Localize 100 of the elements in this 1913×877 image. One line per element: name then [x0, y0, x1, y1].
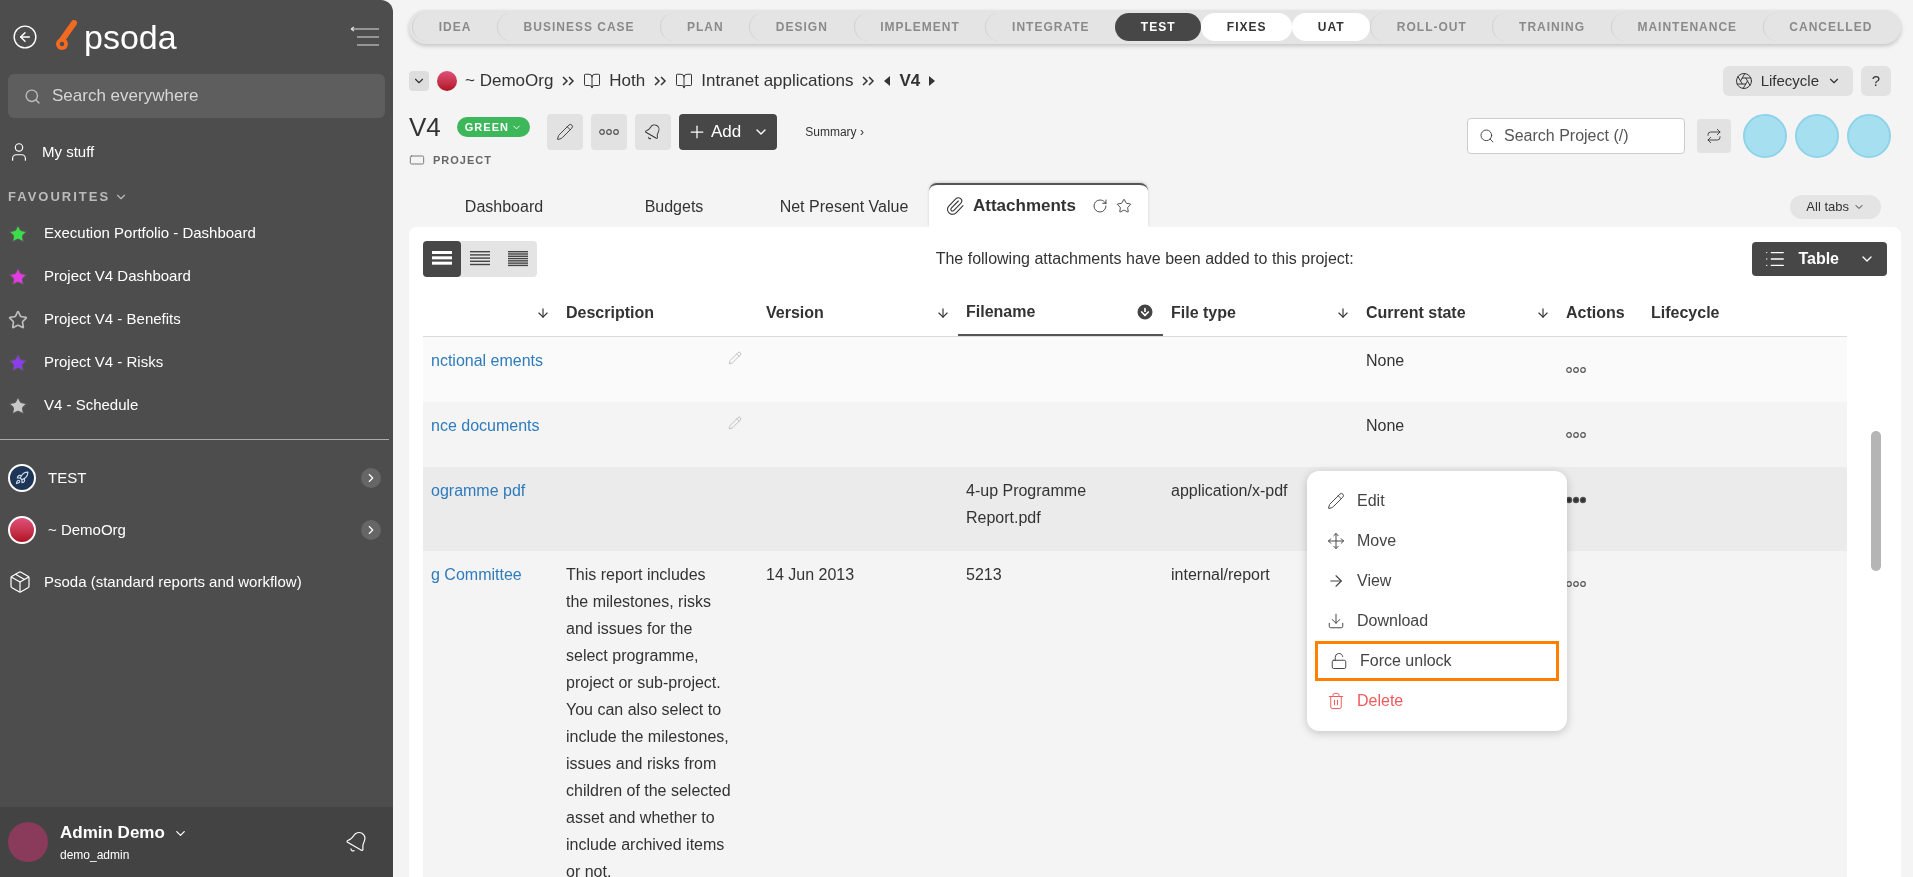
table-cell-text: 4-up Programme Report.pdf	[966, 480, 1088, 528]
favourite-item[interactable]: Project V4 Dashboard	[0, 255, 393, 298]
edit-button[interactable]	[547, 114, 583, 150]
sort-arrow-icon	[1336, 306, 1350, 320]
logo-text: psoda	[84, 20, 177, 54]
aperture-icon	[1734, 72, 1753, 90]
previous-icon[interactable]	[883, 76, 892, 86]
attachment-link[interactable]: ogramme pdf	[431, 481, 526, 499]
table-cell-text: This report includes the milestones, risks and issues for the select programme, project or sub-project. You can also select to include the milestones, issues and risks from children of the selected asset and whether to include archived items or not.	[566, 564, 731, 877]
project-search-field[interactable]: Search Project (/)	[1467, 118, 1685, 154]
add-button[interactable]: Add	[679, 114, 778, 150]
bell-button[interactable]	[635, 114, 671, 150]
all-tabs-button[interactable]: All tabs	[1790, 194, 1881, 219]
breadcrumb-link[interactable]: Intranet applications	[701, 68, 854, 94]
download-icon	[1327, 611, 1345, 630]
column-header[interactable]: File type	[1163, 290, 1358, 336]
move-icon	[1327, 531, 1345, 550]
collapse-button[interactable]	[409, 71, 429, 91]
section-heading: FAVOURITES	[8, 188, 111, 207]
column-header[interactable]: Lifecycle	[1643, 290, 1847, 336]
menu-item[interactable]: Edit	[1315, 480, 1559, 521]
sidebar-item[interactable]: Psoda (standard reports and workflow)	[0, 556, 393, 608]
table-row[interactable]: nce documents None	[423, 401, 1847, 467]
search-field[interactable]: Search everywhere	[8, 74, 385, 118]
menu-item[interactable]: Force unlock	[1315, 640, 1559, 681]
more-button[interactable]	[591, 114, 627, 150]
separator-icon	[561, 75, 576, 87]
paperclip-icon	[945, 195, 965, 216]
more-icon	[1566, 579, 1586, 588]
trash-icon	[1327, 691, 1345, 710]
table-cell: 14 Jun 2013	[766, 565, 855, 583]
tab[interactable]: Attachments	[929, 182, 1148, 227]
favourite-item[interactable]: Project V4 - Risks	[0, 341, 393, 384]
panel-caption: The following attachments have been added to this project:	[934, 248, 1355, 269]
stage-tab[interactable]: FIXES	[1201, 13, 1293, 41]
attachment-link[interactable]: nctional ements	[431, 351, 544, 369]
menu-item[interactable]: View	[1315, 560, 1559, 601]
table-cell: internal/report	[1171, 565, 1270, 583]
user-name[interactable]: Admin Demo	[60, 820, 165, 846]
sidebar-item[interactable]: ~ DemoOrg	[0, 504, 393, 556]
sidebar-item[interactable]: My stuff	[0, 134, 393, 170]
project-title: V4	[409, 114, 441, 140]
column-header[interactable]: Version	[758, 290, 958, 336]
tab[interactable]: Dashboard	[419, 186, 589, 227]
lifecycle-button[interactable]: Lifecycle	[1722, 66, 1853, 96]
table-cell: None	[1366, 351, 1405, 369]
view-button[interactable]: Table	[1752, 241, 1887, 276]
next-icon[interactable]	[928, 76, 937, 86]
more-icon	[1566, 495, 1586, 504]
favourite-item[interactable]: Execution Portfolio - Dashboard	[0, 212, 393, 255]
org-avatar	[437, 71, 457, 91]
rocket-avatar	[8, 464, 36, 492]
breadcrumb-link[interactable]: Hoth	[609, 68, 646, 94]
table-cell: None	[1366, 416, 1405, 434]
attachment-link[interactable]: nce documents	[431, 416, 540, 434]
lines-icon	[431, 249, 453, 268]
column-header[interactable]: Actions	[1558, 290, 1643, 336]
actions-button[interactable]	[1566, 579, 1586, 588]
refresh-icon	[1091, 197, 1108, 214]
column-header[interactable]: Description	[558, 290, 758, 336]
column-header[interactable]: Filename	[958, 290, 1163, 336]
lines-icon	[507, 249, 529, 268]
breadcrumb-link[interactable]: ~ DemoOrg	[465, 68, 554, 94]
table-cell-text: 5213	[966, 564, 1003, 585]
menu-item[interactable]: Download	[1315, 600, 1559, 641]
swap-icon	[1706, 128, 1722, 144]
table-cell: application/x-pdf	[1171, 481, 1288, 499]
table-row[interactable]: nctional ements None	[423, 336, 1847, 402]
current-item: V4	[899, 70, 921, 93]
star-icon	[1115, 197, 1132, 214]
pencil-icon	[1327, 491, 1345, 510]
unlock-icon	[1330, 651, 1348, 670]
lines-icon	[469, 249, 491, 268]
menu-icon[interactable]	[349, 26, 381, 48]
density-button[interactable]	[423, 240, 461, 277]
tab[interactable]: Budgets	[589, 186, 759, 227]
column-header[interactable]: Current state	[1358, 290, 1558, 336]
favourite-item[interactable]: Project V4 - Benefits	[0, 298, 393, 341]
sort-arrow-icon	[1536, 306, 1550, 320]
book-icon	[675, 72, 694, 90]
summary-link[interactable]: Summary ›	[805, 123, 864, 141]
package-icon	[8, 570, 32, 594]
actions-button[interactable]	[1566, 495, 1586, 504]
user-login: demo_admin	[60, 846, 131, 864]
org-avatar	[8, 516, 36, 544]
expand-button[interactable]	[361, 468, 381, 488]
stage-tab[interactable]: TEST	[1115, 13, 1202, 41]
actions-button[interactable]	[1566, 365, 1586, 374]
sidebar-item[interactable]: TEST	[0, 452, 393, 504]
avatar-placeholder	[8, 822, 48, 862]
favourite-item[interactable]: V4 - Schedule	[0, 384, 393, 427]
attachment-link[interactable]: g Committee	[431, 565, 522, 583]
stage-tab[interactable]: UAT	[1292, 13, 1371, 41]
help-button[interactable]: ?	[1861, 66, 1891, 96]
more-icon	[599, 128, 619, 136]
expand-button[interactable]	[361, 520, 381, 540]
tab[interactable]: Net Present Value	[759, 186, 929, 227]
book-icon	[583, 72, 602, 90]
back-icon[interactable]	[12, 24, 38, 50]
project-type: PROJECT	[433, 153, 492, 168]
